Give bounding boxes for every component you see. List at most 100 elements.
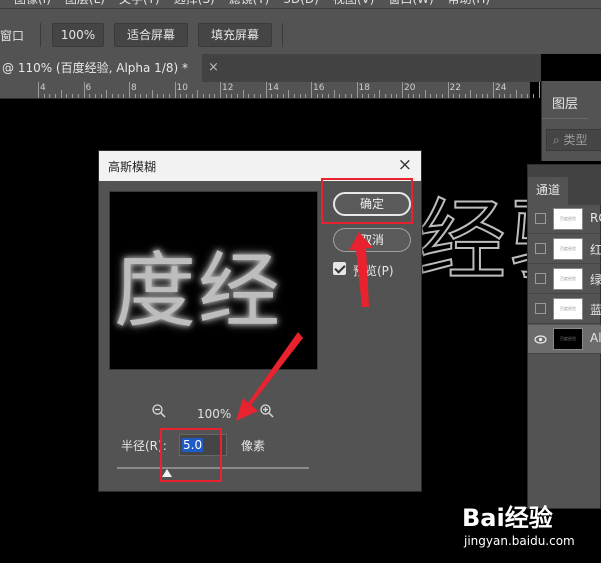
ruler-major-tick	[129, 82, 130, 98]
visibility-toggle[interactable]	[535, 243, 546, 254]
ruler-minor-tick	[276, 94, 278, 98]
menu-window[interactable]: 窗口(W)	[388, 0, 433, 8]
ruler-minor-tick	[373, 94, 375, 98]
ruler-minor-tick	[515, 90, 517, 98]
ruler-minor-tick	[185, 94, 187, 98]
ruler-major-tick	[174, 82, 176, 98]
visibility-toggle[interactable]	[535, 303, 546, 314]
fill-screen-button[interactable]: 填充屏幕	[198, 23, 272, 47]
ruler-minor-tick	[282, 94, 284, 98]
ruler-minor-tick	[532, 94, 534, 98]
menu-help[interactable]: 帮助(H)	[448, 0, 490, 8]
zoom-level: 100%	[197, 407, 232, 421]
ruler-major-tick	[493, 82, 494, 98]
blur-preview[interactable]: 度经	[109, 191, 318, 370]
ruler-minor-tick	[288, 90, 290, 98]
layers-search-placeholder: 类型	[563, 133, 588, 147]
ruler-minor-tick	[305, 94, 307, 98]
ruler-major-tick	[402, 82, 403, 98]
menu-bar: 图像(I) 图层(L) 文字(Y) 选择(S) 滤镜(T) 3D(D) 视图(V…	[0, 0, 601, 8]
menu-image[interactable]: 图像(I)	[14, 0, 51, 8]
ruler-minor-tick	[350, 94, 352, 98]
dialog-titlebar[interactable]: 高斯模糊 ×	[99, 151, 421, 181]
visibility-toggle[interactable]	[535, 213, 546, 224]
ruler-minor-tick	[106, 90, 108, 98]
channel-label: 红	[590, 243, 601, 257]
close-icon[interactable]: ×	[398, 156, 412, 174]
document-tab-bar: @ 110% (百度经验, Alpha 1/8) * ×	[0, 54, 541, 82]
ruler-minor-tick	[117, 94, 119, 98]
ruler-minor-tick	[362, 94, 364, 98]
channels-tab[interactable]: 通道	[528, 177, 568, 205]
cancel-button[interactable]: 取消	[333, 228, 411, 252]
menu-select[interactable]: 选择(S)	[174, 0, 215, 8]
radius-unit: 像素	[241, 439, 266, 453]
channel-label: RG	[590, 211, 601, 225]
ruler-minor-tick	[89, 94, 91, 98]
ruler-label: 4	[40, 83, 46, 93]
ruler-major-tick	[38, 82, 39, 98]
preview-label: 预览(P)	[353, 264, 394, 278]
ruler-minor-tick	[436, 94, 438, 98]
channels-header: 通道	[528, 165, 601, 205]
ruler-label: 8	[131, 83, 137, 93]
ruler-minor-tick	[180, 94, 182, 98]
ruler-minor-tick	[419, 94, 421, 98]
baidu-watermark: Bai经验 jingyan.baidu.com	[462, 498, 601, 560]
menu-filter[interactable]: 滤镜(T)	[229, 0, 270, 8]
layers-panel: 图层 ⌕ 类型	[541, 81, 601, 161]
ruler-label: 10	[176, 83, 188, 93]
ruler-minor-tick	[100, 94, 102, 98]
ruler-minor-tick	[197, 90, 199, 98]
ruler-label: 12	[222, 83, 234, 93]
ruler-minor-tick	[407, 94, 409, 98]
fit-screen-button[interactable]: 适合屏幕	[114, 23, 188, 47]
ruler-minor-tick	[390, 94, 392, 98]
ruler-minor-tick	[231, 94, 233, 98]
channel-thumbnail: 百度经验	[553, 298, 583, 320]
menu-3d[interactable]: 3D(D)	[283, 0, 318, 8]
channel-row[interactable]: 百度经验蓝	[528, 295, 601, 324]
ruler-minor-tick	[43, 94, 45, 98]
ruler-minor-tick	[254, 94, 256, 98]
watermark-url: jingyan.baidu.com	[464, 534, 575, 548]
ruler-minor-tick	[345, 94, 347, 98]
visibility-toggle[interactable]	[535, 273, 546, 284]
zoom-in-icon[interactable]	[259, 403, 275, 423]
document-tab[interactable]: @ 110% (百度经验, Alpha 1/8) * ×	[0, 54, 219, 82]
ruler-minor-tick	[322, 94, 324, 98]
channel-thumbnail: 百度经验	[553, 268, 583, 290]
ruler-minor-tick	[396, 94, 398, 98]
layers-search-input[interactable]: ⌕ 类型	[546, 129, 601, 151]
preview-checkbox[interactable]	[333, 262, 346, 275]
channel-label: 蓝	[590, 303, 601, 317]
ruler-minor-tick	[134, 94, 136, 98]
layers-tab[interactable]: 图层	[542, 91, 588, 119]
ruler-label: 20	[404, 83, 416, 93]
ruler-minor-tick	[242, 90, 244, 98]
channel-row[interactable]: 百度经验 RG	[528, 205, 601, 234]
ruler-minor-tick	[55, 94, 57, 98]
channel-row[interactable]: 百度经验红	[528, 235, 601, 264]
channel-thumbnail: 百度经验	[553, 208, 583, 230]
channel-row[interactable]: 百度经验绿	[528, 265, 601, 294]
ruler-minor-tick	[146, 94, 148, 98]
ruler-minor-tick	[487, 94, 489, 98]
menu-type[interactable]: 文字(Y)	[119, 0, 160, 8]
menu-layer[interactable]: 图层(L)	[65, 0, 105, 8]
ruler-minor-tick	[510, 94, 512, 98]
ruler-label: 18	[358, 83, 370, 93]
channel-row[interactable]: 百度经验 Alp	[528, 325, 601, 354]
ruler-minor-tick	[191, 94, 193, 98]
eye-icon[interactable]	[534, 333, 547, 346]
zoom-out-icon[interactable]	[151, 403, 167, 423]
close-tab-icon[interactable]: ×	[208, 54, 219, 82]
ruler-minor-tick	[202, 94, 204, 98]
channel-label: Alp	[590, 331, 601, 345]
ruler-label: 24	[495, 83, 507, 93]
ruler-minor-tick	[333, 90, 335, 98]
ruler-minor-tick	[384, 94, 386, 98]
zoom-100-button[interactable]: 100%	[52, 23, 104, 47]
menu-view[interactable]: 视图(V)	[333, 0, 375, 8]
ruler-minor-tick	[111, 94, 113, 98]
